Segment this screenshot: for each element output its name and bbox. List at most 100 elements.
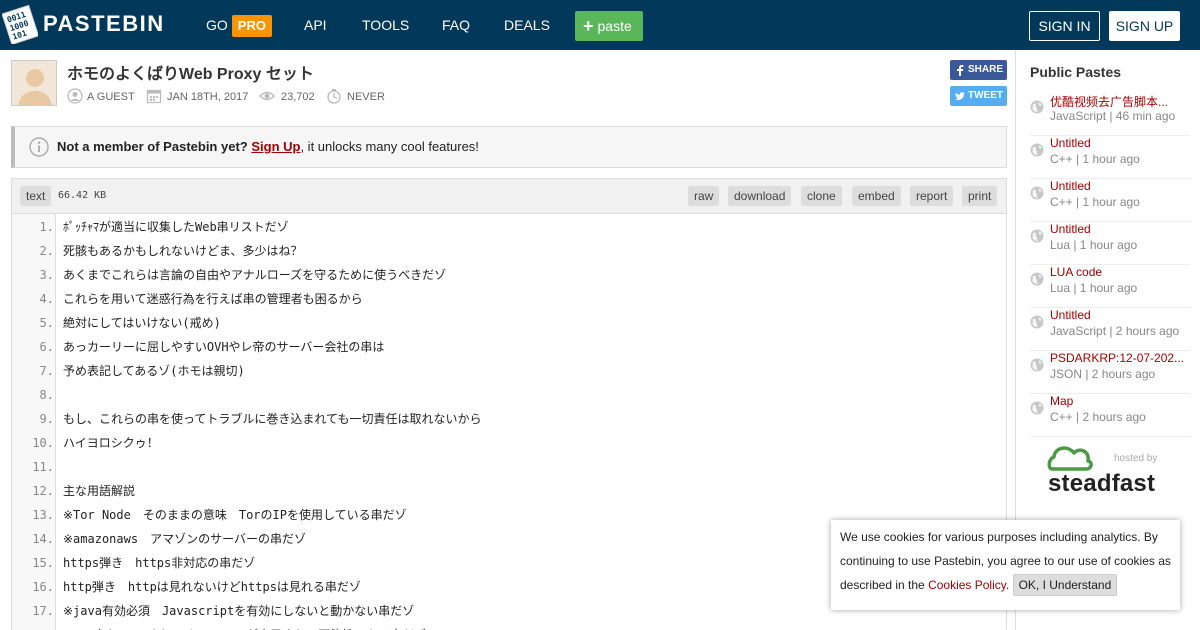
nav-api[interactable]: API bbox=[304, 0, 327, 50]
tweet-label: TWEET bbox=[968, 90, 1003, 101]
line-content: https弾き https非対応の串だゾ bbox=[63, 556, 256, 570]
line-content: ※amazonaws アマゾンのサーバーの串だゾ bbox=[63, 532, 306, 546]
syntax-tag[interactable]: text bbox=[20, 186, 52, 206]
public-paste-name[interactable]: LUA code bbox=[1050, 265, 1102, 279]
public-paste-item[interactable]: 优酷视频去广告脚本... JavaScript | 46 min ago bbox=[1030, 93, 1190, 136]
globe-icon bbox=[1030, 358, 1044, 372]
code-line: 7. 予め表記してあるゾ(ホモは親切) bbox=[12, 359, 1006, 383]
info-icon bbox=[29, 137, 49, 157]
code-line: 3. あくまでこれらは言論の自由やアナルローズを守るために使うべきだゾ bbox=[12, 263, 1006, 287]
code-line: 18. ※CAS有り Cookieのキャッシュが表示される可能性のある串だゾ bbox=[12, 623, 1006, 630]
cookie-banner: We use cookies for various purposes incl… bbox=[831, 520, 1180, 610]
code-line: 8. bbox=[12, 383, 1006, 407]
public-paste-name[interactable]: Untitled bbox=[1050, 222, 1091, 236]
line-number: 16. bbox=[32, 580, 54, 594]
public-paste-name[interactable]: PSDARKRP:12-07-202... bbox=[1050, 351, 1184, 365]
line-content: ※java有効必須 Javascriptを有効にしないと動かない串だゾ bbox=[63, 604, 415, 618]
nav-faq[interactable]: FAQ bbox=[442, 0, 470, 50]
public-paste-item[interactable]: LUA code Lua | 1 hour ago bbox=[1030, 265, 1190, 308]
public-paste-name[interactable]: 优酷视频去广告脚本... bbox=[1050, 93, 1168, 110]
paste-size: 66.42 KB bbox=[58, 190, 107, 201]
facebook-share-button[interactable]: SHARE bbox=[950, 60, 1007, 80]
code-line: 2. 死骸もあるかもしれないけどま、多少はね？ bbox=[12, 239, 1006, 263]
line-number: 13. bbox=[32, 508, 54, 522]
notice-tail: , it unlocks many cool features! bbox=[300, 139, 479, 154]
globe-icon bbox=[1030, 229, 1044, 243]
line-number: 1. bbox=[39, 220, 54, 234]
line-number: 8. bbox=[39, 388, 54, 402]
public-paste-meta: C++ | 1 hour ago bbox=[1050, 195, 1140, 209]
public-paste-name[interactable]: Map bbox=[1050, 394, 1073, 408]
notice-text: Not a member of Pastebin yet? Sign Up, i… bbox=[57, 139, 479, 154]
nav-tools[interactable]: TOOLS bbox=[362, 0, 409, 50]
public-paste-item[interactable]: Untitled Lua | 1 hour ago bbox=[1030, 222, 1190, 265]
embed-button[interactable]: embed bbox=[852, 186, 901, 206]
line-content: ※CAS有り Cookieのキャッシュが表示される可能性のある串だゾ bbox=[63, 623, 426, 630]
user-icon bbox=[67, 88, 83, 104]
eye-icon bbox=[259, 91, 275, 101]
paste-expire: NEVER bbox=[347, 91, 385, 103]
line-number: 3. bbox=[39, 268, 54, 282]
notice-lead: Not a member of Pastebin yet? bbox=[57, 139, 248, 154]
line-number: 11. bbox=[32, 460, 54, 474]
public-pastes-title: Public Pastes bbox=[1030, 64, 1122, 80]
public-paste-name[interactable]: Untitled bbox=[1050, 136, 1091, 150]
globe-icon bbox=[1030, 272, 1044, 286]
nav-deals[interactable]: DEALS bbox=[504, 0, 550, 50]
globe-icon bbox=[1030, 315, 1044, 329]
code-line: 12. 主な用語解説 bbox=[12, 479, 1006, 503]
globe-icon bbox=[1030, 143, 1044, 157]
line-number: 5. bbox=[39, 316, 54, 330]
line-number: 6. bbox=[39, 340, 54, 354]
new-paste-label: paste bbox=[597, 18, 632, 34]
line-number: 15. bbox=[32, 556, 54, 570]
cookies-policy-link[interactable]: Cookies Policy bbox=[928, 578, 1006, 592]
paste-author[interactable]: A GUEST bbox=[87, 88, 135, 106]
site-logo-text[interactable]: PASTEBIN bbox=[43, 11, 165, 37]
public-paste-meta: Lua | 1 hour ago bbox=[1050, 281, 1138, 295]
code-line: 10. ハイヨロシクゥ！ bbox=[12, 431, 1006, 455]
expire-clock-icon bbox=[327, 89, 341, 104]
globe-icon bbox=[1030, 186, 1044, 200]
code-line: 11. bbox=[12, 455, 1006, 479]
public-paste-meta: C++ | 2 hours ago bbox=[1050, 410, 1146, 424]
code-toolbar: text 66.42 KB raw download clone embed r… bbox=[12, 179, 1006, 214]
cookie-after: . bbox=[1005, 578, 1010, 592]
print-button[interactable]: print bbox=[962, 186, 998, 206]
new-paste-button[interactable]: + paste bbox=[575, 11, 643, 41]
raw-button[interactable]: raw bbox=[688, 186, 720, 206]
line-content: ハイヨロシクゥ！ bbox=[63, 436, 159, 450]
public-paste-item[interactable]: Untitled C++ | 1 hour ago bbox=[1030, 179, 1190, 222]
public-paste-item[interactable]: Untitled C++ | 1 hour ago bbox=[1030, 136, 1190, 179]
cookie-accept-button[interactable]: OK, I Understand bbox=[1012, 574, 1118, 596]
line-content: http弾き httpは見れないけどhttpsは見れる串だゾ bbox=[63, 580, 361, 594]
line-content: ※Tor Node そのままの意味 TorのIPを使用している串だゾ bbox=[63, 508, 407, 522]
line-number: 10. bbox=[32, 436, 54, 450]
line-number: 9. bbox=[39, 412, 54, 426]
line-number: 7. bbox=[39, 364, 54, 378]
public-paste-item[interactable]: Untitled JavaScript | 2 hours ago bbox=[1030, 308, 1190, 351]
sign-in-button[interactable]: SIGN IN bbox=[1029, 11, 1100, 41]
line-content: これらを用いて迷惑行為を行えば串の管理者も困るから bbox=[63, 292, 363, 306]
line-number: 14. bbox=[32, 532, 54, 546]
twitter-tweet-button[interactable]: TWEET bbox=[950, 86, 1007, 106]
plus-icon: + bbox=[583, 16, 594, 36]
public-paste-item[interactable]: PSDARKRP:12-07-202... JSON | 2 hours ago bbox=[1030, 351, 1190, 394]
clone-button[interactable]: clone bbox=[801, 186, 842, 206]
line-content: あくまでこれらは言論の自由やアナルローズを守るために使うべきだゾ bbox=[63, 268, 447, 282]
report-button[interactable]: report bbox=[910, 186, 954, 206]
nav-go-pro[interactable]: GO PRO bbox=[206, 0, 272, 50]
notice-signup-link[interactable]: Sign Up bbox=[251, 139, 300, 154]
sign-up-button[interactable]: SIGN UP bbox=[1109, 11, 1180, 41]
nav-go-label: GO bbox=[206, 17, 228, 33]
sponsor-name[interactable]: steadfast bbox=[1048, 470, 1155, 498]
facebook-icon bbox=[957, 65, 964, 76]
pastebin-logo-icon[interactable]: 0011 1000 101 bbox=[1, 4, 40, 46]
public-paste-name[interactable]: Untitled bbox=[1050, 179, 1091, 193]
public-paste-item[interactable]: Map C++ | 2 hours ago bbox=[1030, 394, 1190, 437]
line-content: 死骸もあるかもしれないけどま、多少はね？ bbox=[63, 244, 303, 258]
download-button[interactable]: download bbox=[728, 186, 792, 206]
guest-avatar bbox=[11, 60, 57, 106]
public-paste-name[interactable]: Untitled bbox=[1050, 308, 1091, 322]
line-number: 17. bbox=[32, 604, 54, 618]
